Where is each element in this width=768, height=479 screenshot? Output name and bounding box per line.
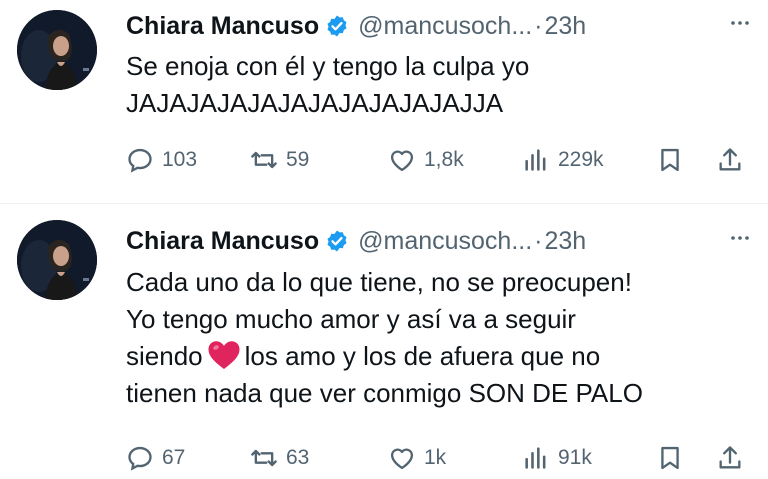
reply-icon [128,148,152,173]
like-icon [390,448,414,470]
reply-count: 67 [162,446,186,469]
share-icon [719,148,741,171]
reply-count: 103 [162,148,198,171]
tweet-text-line: JAJAJAJAJAJAJAJAJAJAJAJJA [126,88,504,118]
avatar-image [17,10,97,90]
like-button[interactable]: 1k [388,442,446,474]
repost-count: 63 [286,446,310,469]
share-button[interactable] [716,442,744,474]
red-heart-emoji-icon [207,340,241,370]
verified-badge-icon [325,229,349,253]
action-bar: 103 59 1,8k 229k [126,144,756,176]
views-button[interactable]: 229k [522,144,604,176]
timestamp[interactable]: 23h [545,227,587,256]
views-count: 229k [558,148,604,171]
avatar[interactable] [17,10,97,90]
bookmark-icon [661,446,679,470]
reply-button[interactable]: 67 [126,442,185,474]
avatar-image [17,220,97,300]
author-handle[interactable]: @mancusoch... [358,12,532,41]
tweet-text-fragment: los amo y los de afuera que no [244,341,601,371]
timestamp[interactable]: 23h [545,12,587,41]
author-name[interactable]: Chiara Mancuso [126,227,319,256]
separator-dot: · [534,11,543,40]
like-button[interactable]: 1,8k [388,144,464,176]
tweet[interactable]: Chiara Mancuso @mancusoch... · 23h Cada … [0,204,768,479]
bookmark-button[interactable] [656,442,684,474]
like-count: 1k [424,446,447,469]
tweet[interactable]: Chiara Mancuso @mancusoch... · 23h Se en… [0,0,768,204]
reply-button[interactable]: 103 [126,144,197,176]
repost-icon [251,449,277,467]
tweet-text-line: siendo los amo y los de afuera que no [126,338,748,375]
tweet-text-line: Se enoja con él y tengo la culpa yo [126,51,530,81]
tweet-text: Se enoja con él y tengo la culpa yo JAJA… [126,48,748,122]
repost-icon [251,151,277,169]
more-icon[interactable] [728,11,752,41]
tweet-text-line: tienen nada que ver conmigo SON DE PALO [126,378,643,408]
views-button[interactable]: 91k [522,442,592,474]
bookmark-button[interactable] [656,144,684,176]
share-button[interactable] [716,144,744,176]
share-icon [719,446,741,469]
reply-icon [128,446,152,471]
views-count: 91k [558,446,592,469]
tweet-text-line: Yo tengo mucho amor y así va a seguir [126,304,576,334]
tweet-text-line: Cada uno da lo que tiene, no se preocupe… [126,267,632,297]
repost-count: 59 [286,148,310,171]
tweet-header: Chiara Mancuso @mancusoch... · 23h [126,9,756,43]
bookmark-icon [661,148,679,172]
like-count: 1,8k [424,148,464,171]
tweet-text: Cada uno da lo que tiene, no se preocupe… [126,264,748,412]
avatar[interactable] [17,220,97,300]
more-icon[interactable] [728,226,752,256]
action-bar: 67 63 1k 91k [126,442,756,474]
separator-dot: · [534,226,543,255]
author-name[interactable]: Chiara Mancuso [126,12,319,41]
repost-button[interactable]: 63 [250,442,309,474]
views-icon [525,149,546,171]
repost-button[interactable]: 59 [250,144,309,176]
like-icon [390,150,414,172]
views-icon [525,447,546,469]
tweet-text-fragment: siendo [126,341,203,371]
author-handle[interactable]: @mancusoch... [358,227,532,256]
tweet-header: Chiara Mancuso @mancusoch... · 23h [126,224,756,258]
verified-badge-icon [325,14,349,38]
